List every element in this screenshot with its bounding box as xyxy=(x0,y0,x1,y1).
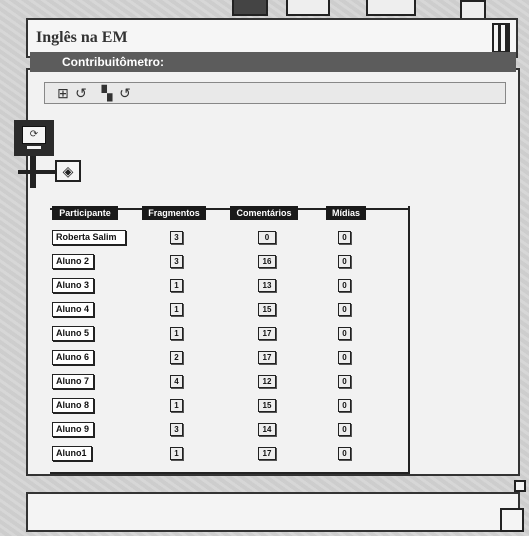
navigate-icon[interactable]: ◈ xyxy=(55,160,81,182)
comentarios-cell: 13 xyxy=(258,279,276,292)
top-tab[interactable] xyxy=(286,0,330,16)
participant-name: Aluno 3 xyxy=(52,278,94,293)
midias-cell: 0 xyxy=(338,375,351,388)
fragmentos-cell: 3 xyxy=(170,423,183,436)
midias-cell: 0 xyxy=(338,423,351,436)
fragmentos-cell: 1 xyxy=(170,279,183,292)
comentarios-cell: 17 xyxy=(258,351,276,364)
fragmentos-cell: 1 xyxy=(170,303,183,316)
midias-cell: 0 xyxy=(338,231,351,244)
fragmentos-cell: 1 xyxy=(170,327,183,340)
undo-arrow-icon[interactable]: ↺ xyxy=(117,85,133,101)
participant-name: Aluno 8 xyxy=(52,398,94,413)
fragmentos-cell: 2 xyxy=(170,351,183,364)
connector-line xyxy=(18,170,58,174)
window-title: Inglês na EM xyxy=(36,29,128,46)
participant-name: Aluno1 xyxy=(52,446,92,461)
scroll-handle[interactable] xyxy=(492,23,510,53)
midias-cell: 0 xyxy=(338,399,351,412)
comentarios-cell: 15 xyxy=(258,303,276,316)
comentarios-cell: 17 xyxy=(258,327,276,340)
midias-cell: 0 xyxy=(338,255,351,268)
refresh-icon: ⟳ xyxy=(22,126,46,144)
resize-handle[interactable] xyxy=(500,508,524,532)
comentarios-cell: 15 xyxy=(258,399,276,412)
comentarios-cell: 14 xyxy=(258,423,276,436)
participant-name: Aluno 2 xyxy=(52,254,94,269)
top-tab[interactable] xyxy=(232,0,268,16)
widget-header: Contribuitômetro: xyxy=(30,52,516,72)
participant-name: Roberta Salim xyxy=(52,230,126,245)
bottom-panel[interactable] xyxy=(26,492,520,532)
widget-title: Contribuitômetro: xyxy=(62,55,164,69)
midias-cell: 0 xyxy=(338,279,351,292)
table-frame xyxy=(50,206,410,474)
fragmentos-cell: 1 xyxy=(170,399,183,412)
participant-name: Aluno 4 xyxy=(52,302,94,317)
fragmentos-cell: 3 xyxy=(170,255,183,268)
midias-cell: 0 xyxy=(338,327,351,340)
participant-name: Aluno 6 xyxy=(52,350,94,365)
comentarios-cell: 12 xyxy=(258,375,276,388)
participant-name: Aluno 9 xyxy=(52,422,94,437)
column-header-fragmentos: Fragmentos xyxy=(142,206,206,220)
top-tab[interactable] xyxy=(366,0,416,16)
top-strip xyxy=(0,0,529,26)
comentarios-cell: 17 xyxy=(258,447,276,460)
midias-cell: 0 xyxy=(338,303,351,316)
layout-toggle-icon[interactable]: ▚ xyxy=(99,85,115,101)
column-header-participante: Participante xyxy=(52,206,118,220)
fragmentos-cell: 3 xyxy=(170,231,183,244)
fragmentos-cell: 4 xyxy=(170,375,183,388)
monitor-stand xyxy=(27,146,41,149)
midias-cell: 0 xyxy=(338,351,351,364)
undo-arrow-icon[interactable]: ↺ xyxy=(73,85,89,101)
participant-name: Aluno 7 xyxy=(52,374,94,389)
participant-name: Aluno 5 xyxy=(52,326,94,341)
toolbar: ⊞ ↺ ▚ ↺ xyxy=(44,82,506,104)
column-header-midias: Mídias xyxy=(326,206,366,220)
corner-mark xyxy=(514,480,526,492)
midias-cell: 0 xyxy=(338,447,351,460)
comentarios-cell: 0 xyxy=(258,231,276,244)
monitor-icon[interactable]: ⟳ xyxy=(14,120,54,156)
comentarios-cell: 16 xyxy=(258,255,276,268)
column-header-comentarios: Comentários xyxy=(230,206,298,220)
fragmentos-cell: 1 xyxy=(170,447,183,460)
table-view-icon[interactable]: ⊞ xyxy=(55,85,71,101)
